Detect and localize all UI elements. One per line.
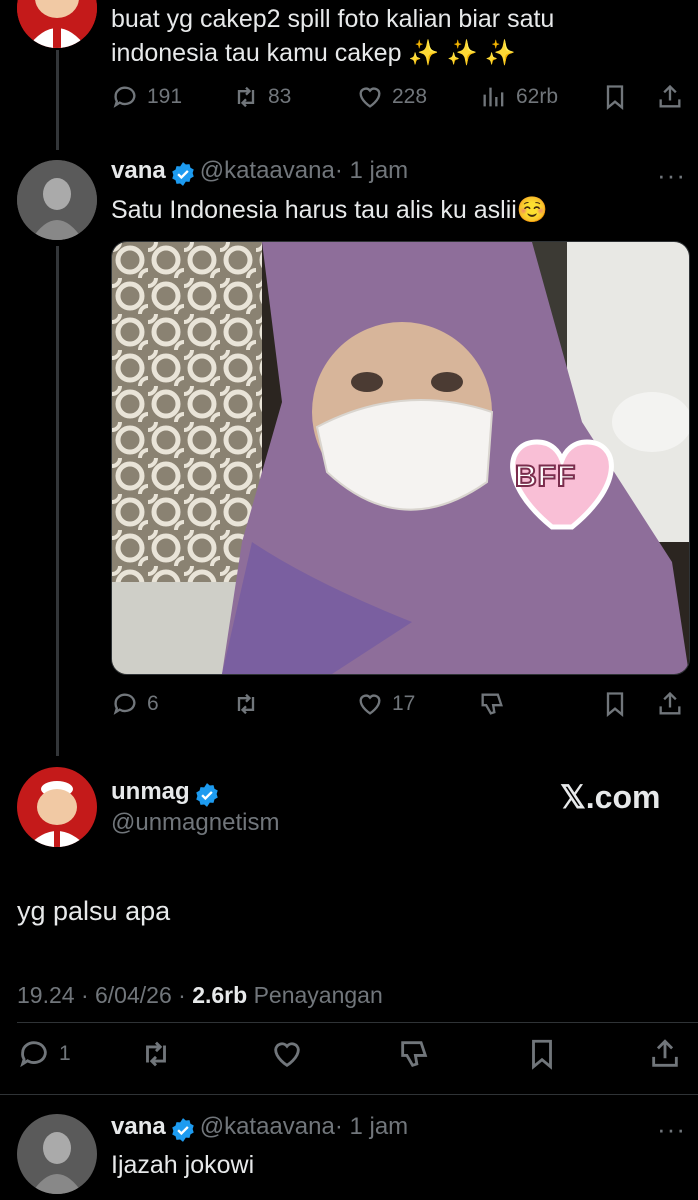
verified-icon [171,1117,194,1142]
like-count: 17 [392,692,416,715]
timestamp[interactable]: 19.24 · 6/04/26 · [17,982,186,1008]
smiling-emoji: ☺️ [516,196,548,224]
sparkles-emoji: ✨ ✨ ✨ [408,39,516,67]
reply-button[interactable]: 191 [111,83,182,111]
thumbs-down-icon [481,693,503,715]
bookmark-button[interactable] [601,690,629,718]
reply-icon [20,1041,47,1068]
reply-count: 191 [147,85,183,108]
repost-icon [237,86,255,108]
share-icon [659,691,681,715]
share-button[interactable] [656,83,684,111]
avatar[interactable] [17,1114,97,1194]
bookmark-button[interactable] [525,1037,559,1071]
verified-icon [195,782,218,807]
share-button[interactable] [648,1037,682,1071]
bookmark-icon [606,85,624,110]
user-name[interactable]: unmag [111,778,190,805]
repost-button[interactable]: 83 [232,83,291,111]
bookmark-icon [606,692,624,717]
thumbs-down-icon [401,1041,428,1068]
share-icon [652,1039,678,1067]
views-button[interactable]: 62rb [480,83,558,111]
repost-button[interactable] [232,690,260,718]
views-count: 62rb [516,85,559,108]
tweet-text: Satu Indonesia harus tau alis ku aslii☺️ [111,193,548,227]
timestamp[interactable]: · 1 jam [335,1113,408,1140]
thread-line [56,246,59,756]
analytics-icon [483,87,504,107]
tweet-text: Ijazah jokowi [111,1151,255,1179]
repost-count: 83 [268,85,292,108]
repost-icon [237,693,255,715]
tweet-header: vana @kataavana· 1 jam [111,157,408,187]
views-count: 2.6rb [192,982,248,1008]
heart-icon [359,694,381,715]
user-handle[interactable]: @unmagnetism [111,809,279,837]
like-button[interactable]: 17 [356,690,415,718]
tweet-text: buat yg cakep2 spill foto kalian biar sa… [111,2,554,70]
more-options-icon[interactable]: ··· [657,160,686,191]
tweet-text-line: buat yg cakep2 spill foto kalian biar sa… [111,5,555,33]
avatar[interactable] [17,767,97,847]
reply-icon [113,86,136,108]
user-name[interactable]: vana [111,157,166,184]
more-options-icon[interactable]: ··· [657,1114,686,1145]
like-button[interactable] [270,1037,304,1071]
repost-icon [146,1041,166,1067]
bookmark-button[interactable] [601,83,629,111]
reply-button[interactable]: 6 [111,690,159,718]
repost-button[interactable] [139,1037,173,1071]
heart-icon [274,1042,300,1068]
avatar[interactable] [17,160,97,240]
downvote-button[interactable] [397,1037,431,1071]
tweet-text-line: indonesia tau kamu cakep [111,39,402,67]
timestamp[interactable]: · 1 jam [335,157,408,184]
like-button[interactable]: 228 [356,83,427,111]
share-icon [659,84,681,108]
tweet-header: vana @kataavana· 1 jam [111,1113,408,1143]
user-handle[interactable]: @kataavana [200,1113,335,1140]
share-button[interactable] [656,690,684,718]
user-name[interactable]: vana [111,1113,166,1140]
avatar[interactable] [17,0,97,48]
heart-icon [359,87,381,108]
tweet-text: yg palsu apa [17,896,171,926]
divider [0,1094,698,1095]
like-count: 228 [392,85,428,108]
divider [17,1022,698,1023]
reply-button[interactable]: 1 [17,1037,71,1071]
bff-sticker-text: BFF [514,459,577,494]
downvote-button[interactable] [478,690,506,718]
tweet-meta: 19.24 · 6/04/26 · 2.6rb Penayangan [17,982,383,1009]
x-com-watermark: 𝕏.com [560,779,661,815]
author-name-row: unmag [111,778,224,808]
views-label: Penayangan [253,982,383,1008]
user-handle[interactable]: @kataavana [200,157,335,184]
bookmark-icon [532,1039,552,1070]
reply-count: 6 [147,692,159,715]
tweet-photo[interactable]: BFF [111,241,690,675]
tweet-text-content: Satu Indonesia harus tau alis ku aslii [111,196,517,224]
verified-icon [171,161,194,186]
thread-line [56,50,59,150]
reply-count: 1 [59,1042,71,1065]
reply-icon [113,693,136,715]
